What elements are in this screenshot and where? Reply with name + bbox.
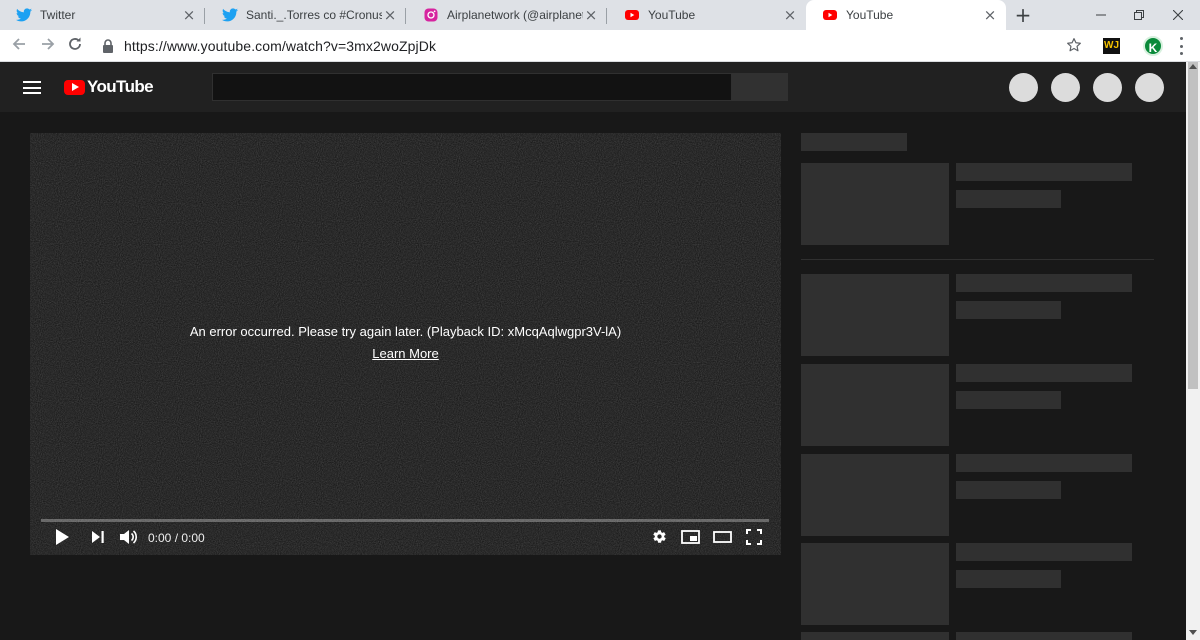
skeleton-title-line bbox=[956, 274, 1132, 292]
skeleton-meta-line bbox=[956, 301, 1061, 319]
twitter-icon bbox=[222, 7, 238, 23]
volume-button[interactable] bbox=[118, 529, 140, 549]
tab-airplanetwork[interactable]: Airplanetwork (@airplanetwork) × bbox=[407, 0, 607, 30]
scroll-down-arrow-icon[interactable] bbox=[1189, 630, 1197, 635]
tab-title: YouTube bbox=[648, 8, 696, 22]
guide-menu-icon[interactable] bbox=[23, 81, 41, 94]
tab-separator bbox=[606, 8, 607, 24]
skeleton-thumbnail bbox=[801, 364, 949, 446]
masthead-placeholder-button[interactable] bbox=[1093, 73, 1122, 102]
tab-separator bbox=[204, 8, 205, 24]
reload-icon bbox=[67, 36, 83, 57]
tab-santi-torres[interactable]: Santi._.Torres co #Cronusito❣️ × bbox=[206, 0, 406, 30]
masthead-placeholder-button[interactable] bbox=[1051, 73, 1080, 102]
theater-mode-button[interactable] bbox=[711, 529, 733, 549]
skeleton-meta-line bbox=[956, 391, 1061, 409]
video-player[interactable]: An error occurred. Please try again late… bbox=[30, 133, 781, 555]
miniplayer-icon bbox=[680, 529, 700, 549]
close-tab-icon[interactable]: × bbox=[382, 7, 398, 23]
tab-title: Twitter bbox=[40, 8, 76, 22]
youtube-icon bbox=[822, 7, 838, 23]
next-button[interactable] bbox=[88, 529, 108, 549]
back-button[interactable] bbox=[7, 34, 31, 58]
tab-twitter[interactable]: Twitter × bbox=[0, 0, 205, 30]
close-tab-icon[interactable]: × bbox=[583, 7, 599, 23]
arrow-left-icon bbox=[11, 36, 27, 57]
youtube-icon bbox=[624, 7, 640, 23]
close-tab-icon[interactable]: × bbox=[782, 7, 798, 23]
browser-tab-strip: Twitter × Santi._.Torres co #Cronusito❣️… bbox=[0, 0, 1200, 30]
skeleton-meta-line bbox=[956, 190, 1061, 208]
masthead-placeholder-button[interactable] bbox=[1009, 73, 1038, 102]
tab-separator bbox=[405, 8, 406, 24]
skeleton-thumbnail bbox=[801, 274, 949, 356]
skeleton-thumbnail bbox=[801, 163, 949, 245]
settings-button[interactable] bbox=[649, 529, 669, 549]
close-tab-icon[interactable]: × bbox=[982, 7, 998, 23]
instagram-icon bbox=[423, 7, 439, 23]
volume-icon bbox=[120, 529, 138, 550]
learn-more-link[interactable]: Learn More bbox=[372, 346, 438, 361]
static-noise-background bbox=[30, 133, 781, 555]
play-icon bbox=[55, 528, 69, 550]
scrollbar-thumb[interactable] bbox=[1188, 62, 1198, 389]
twitter-icon bbox=[16, 7, 32, 23]
progress-bar[interactable] bbox=[41, 519, 769, 522]
youtube-logo[interactable]: YouTube bbox=[64, 77, 154, 97]
search-button[interactable] bbox=[732, 73, 788, 101]
play-button[interactable] bbox=[52, 528, 72, 550]
forward-button[interactable] bbox=[36, 34, 60, 58]
skeleton-title-line bbox=[956, 364, 1132, 382]
theater-icon bbox=[712, 530, 732, 548]
skeleton-title-line bbox=[956, 632, 1132, 640]
fullscreen-icon bbox=[746, 528, 762, 550]
settings-gear-icon bbox=[652, 529, 667, 549]
url-text: https://www.youtube.com/watch?v=3mx2woZp… bbox=[124, 38, 437, 54]
miniplayer-button[interactable] bbox=[679, 529, 701, 549]
new-tab-button[interactable]: + bbox=[1012, 4, 1034, 26]
time-display: 0:00 / 0:00 bbox=[148, 531, 205, 545]
extension-k-icon[interactable]: K bbox=[1143, 36, 1163, 56]
browser-toolbar: https://www.youtube.com/watch?v=3mx2woZp… bbox=[0, 30, 1200, 62]
address-bar[interactable]: https://www.youtube.com/watch?v=3mx2woZp… bbox=[96, 32, 1092, 60]
skeleton-header bbox=[801, 133, 907, 151]
skeleton-title-line bbox=[956, 454, 1132, 472]
lock-icon bbox=[102, 39, 116, 53]
playback-error-message: An error occurred. Please try again late… bbox=[189, 324, 622, 339]
reload-button[interactable] bbox=[63, 34, 87, 58]
youtube-wordmark: YouTube bbox=[87, 77, 154, 96]
skeleton-title-line bbox=[956, 163, 1132, 181]
skeleton-meta-line bbox=[956, 570, 1061, 588]
tab-youtube[interactable]: YouTube × bbox=[608, 0, 806, 30]
fullscreen-button[interactable] bbox=[744, 528, 764, 550]
arrow-right-icon bbox=[40, 36, 56, 57]
skeleton-thumbnail bbox=[801, 454, 949, 536]
tab-title: Santi._.Torres co #Cronusito❣️ bbox=[246, 8, 382, 22]
skeleton-thumbnail bbox=[801, 543, 949, 625]
skeleton-title-line bbox=[956, 543, 1132, 561]
scroll-up-arrow-icon[interactable] bbox=[1189, 64, 1197, 69]
skeleton-thumbnail bbox=[801, 632, 949, 640]
tab-title: YouTube bbox=[846, 8, 894, 22]
bookmark-star-icon[interactable] bbox=[1066, 37, 1082, 53]
browser-menu-icon[interactable] bbox=[1178, 37, 1184, 55]
tab-title: Airplanetwork (@airplanetwork) bbox=[447, 8, 583, 22]
close-window-button[interactable] bbox=[1155, 0, 1200, 30]
rail-divider bbox=[801, 259, 1154, 260]
extension-wj-icon[interactable]: WJ bbox=[1103, 38, 1120, 54]
skeleton-meta-line bbox=[956, 481, 1061, 499]
masthead-placeholder-button[interactable] bbox=[1135, 73, 1164, 102]
search-input[interactable] bbox=[212, 73, 732, 101]
next-icon bbox=[92, 530, 104, 548]
youtube-play-logo-icon bbox=[64, 79, 85, 95]
tab-youtube-active[interactable]: YouTube × bbox=[806, 0, 1006, 30]
close-tab-icon[interactable]: × bbox=[181, 7, 197, 23]
